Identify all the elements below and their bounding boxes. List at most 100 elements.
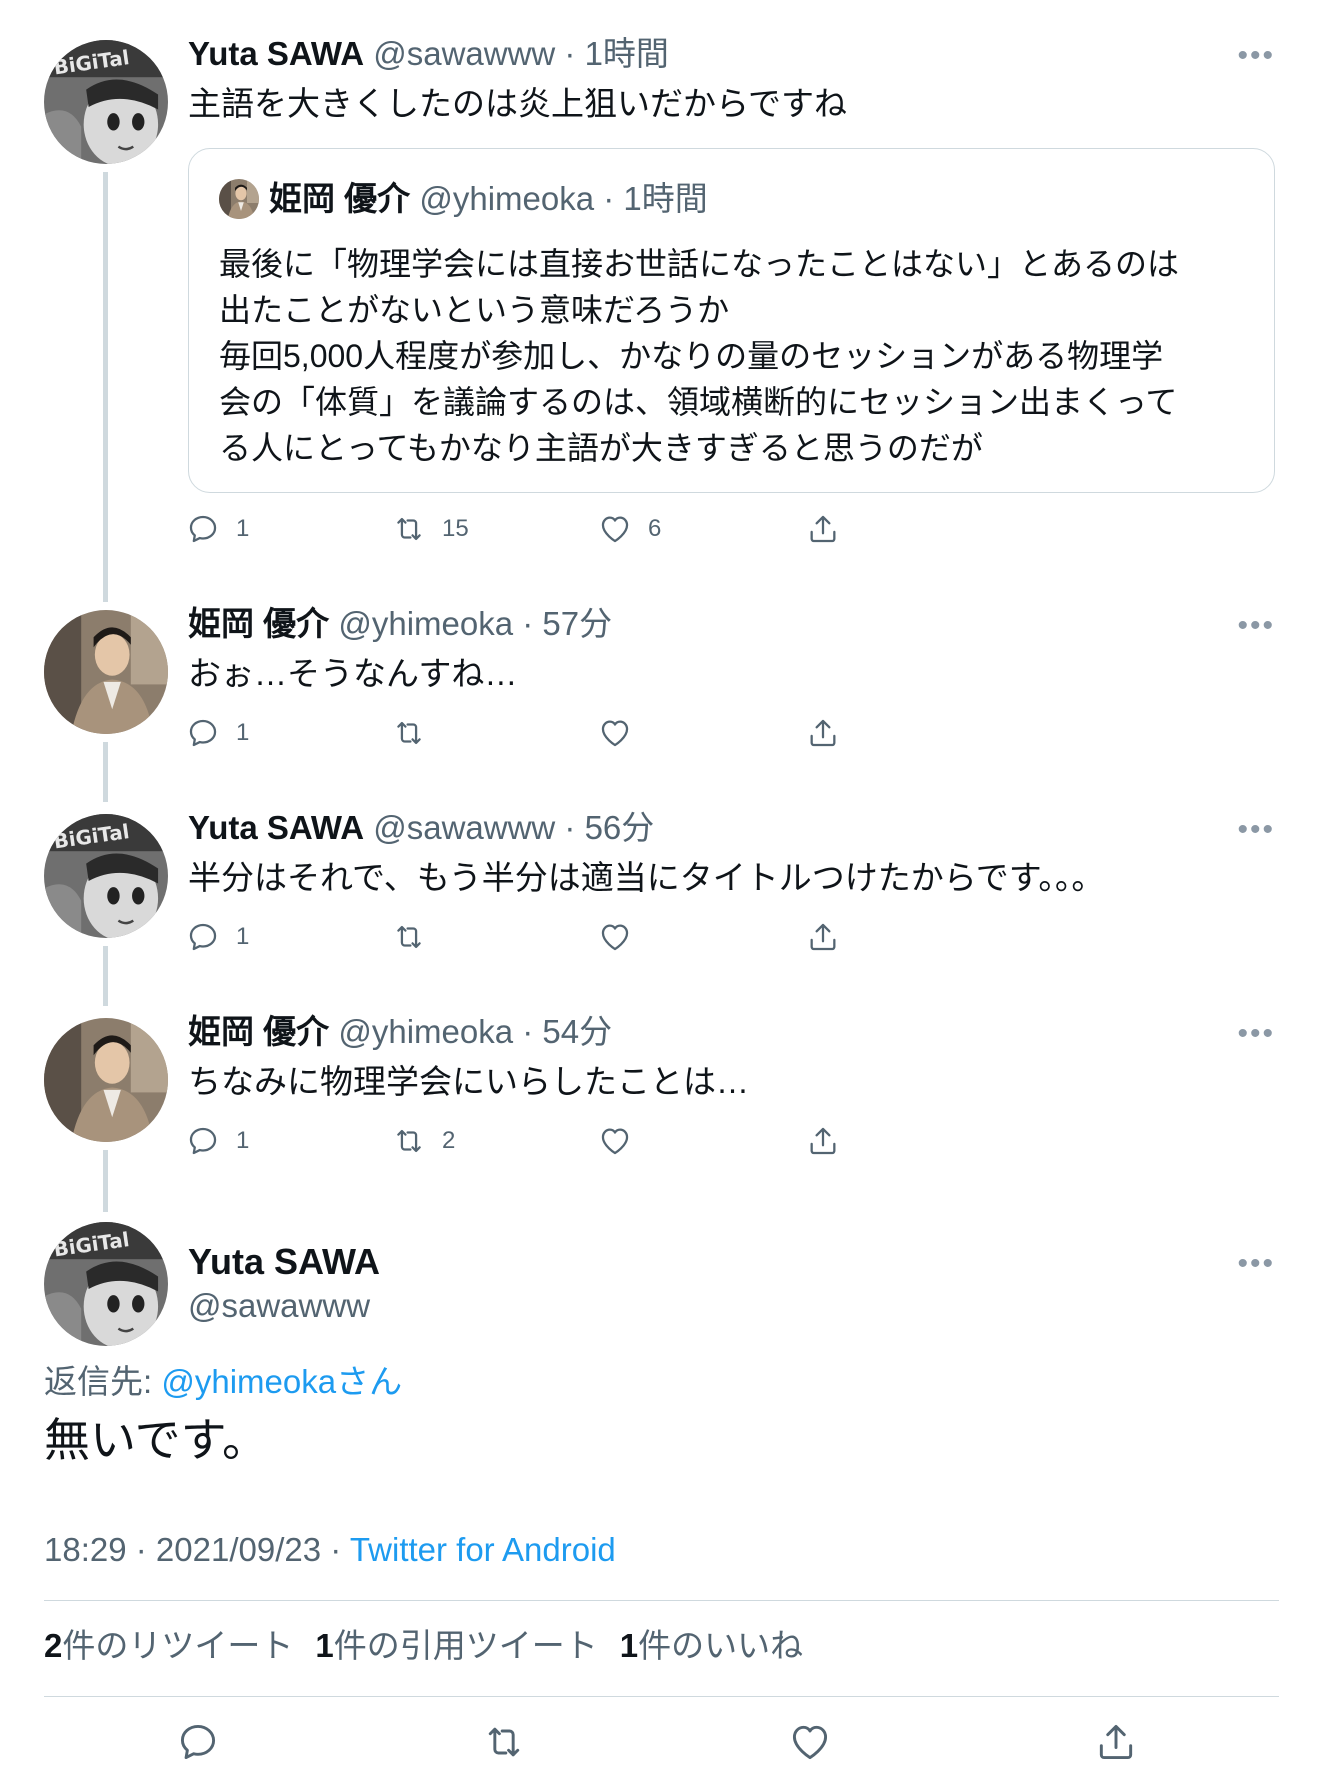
like-button[interactable]: 6 bbox=[598, 512, 661, 546]
tweet-text: 無いです。 bbox=[44, 1414, 269, 1466]
retweet-count: 15 bbox=[442, 515, 469, 542]
retweet-icon bbox=[482, 1720, 526, 1764]
heart-icon bbox=[598, 512, 632, 546]
like-button[interactable] bbox=[598, 920, 632, 954]
more-icon[interactable]: ••• bbox=[1237, 1019, 1275, 1049]
reply-button[interactable] bbox=[176, 1720, 220, 1764]
share-icon bbox=[806, 920, 840, 954]
quote-line: 会の「体質」を議論するのは、領域横断的にセッション出まくって bbox=[219, 384, 1178, 420]
thread-line bbox=[103, 1150, 108, 1212]
quote-line: 最後に「物理学会には直接お世話になったことはない」とあるのは bbox=[219, 246, 1180, 282]
heart-icon bbox=[598, 716, 632, 750]
share-icon bbox=[806, 512, 840, 546]
reply-count: 1 bbox=[236, 1127, 250, 1154]
like-button[interactable] bbox=[598, 716, 632, 750]
tweet-actions: 1 bbox=[186, 716, 866, 756]
avatar[interactable] bbox=[44, 1018, 168, 1142]
reply-count: 1 bbox=[236, 515, 250, 542]
source-link[interactable]: Twitter for Android bbox=[350, 1531, 616, 1568]
retweets-stat[interactable]: 2件のリツイート bbox=[44, 1624, 293, 1668]
author-meta: @sawawww · 1時間 bbox=[373, 35, 669, 72]
more-icon[interactable]: ••• bbox=[1237, 1249, 1275, 1279]
heart-icon bbox=[598, 920, 632, 954]
author-handle[interactable]: @sawawww bbox=[188, 1284, 370, 1328]
reply-icon bbox=[186, 512, 220, 546]
divider bbox=[44, 1696, 1279, 1697]
author-name[interactable]: 姫岡 優介 bbox=[188, 605, 329, 642]
tweet-text: ちなみに物理学会にいらしたことは… bbox=[188, 1063, 749, 1100]
tweet-header: Yuta SAWA @sawawww · 1時間 bbox=[188, 34, 669, 74]
thread-line bbox=[103, 742, 108, 802]
quote-author-meta: @yhimeoka · 1時間 bbox=[419, 180, 708, 217]
reply-icon bbox=[186, 920, 220, 954]
quote-avatar bbox=[219, 179, 259, 219]
reply-button[interactable]: 1 bbox=[186, 512, 249, 546]
author-name[interactable]: Yuta SAWA bbox=[188, 1240, 380, 1284]
share-icon bbox=[806, 1124, 840, 1158]
heart-icon bbox=[598, 1124, 632, 1158]
like-count: 6 bbox=[648, 515, 662, 542]
retweet-icon bbox=[392, 716, 426, 750]
retweet-icon bbox=[392, 512, 426, 546]
retweet-button[interactable] bbox=[482, 1720, 526, 1764]
avatar[interactable] bbox=[44, 1222, 168, 1346]
reply-to-mention[interactable]: @yhimeokaさん bbox=[161, 1363, 402, 1400]
share-button[interactable] bbox=[806, 1124, 840, 1158]
share-icon bbox=[1094, 1720, 1138, 1764]
author-name[interactable]: Yuta SAWA bbox=[188, 809, 364, 846]
avatar[interactable] bbox=[44, 814, 168, 938]
tweet-stats: 2件のリツイート 1件の引用ツイート 1件のいいね bbox=[44, 1624, 803, 1668]
tweet-actions: 1 2 bbox=[186, 1124, 866, 1164]
quote-author-name: 姫岡 優介 bbox=[269, 180, 411, 217]
author-name[interactable]: 姫岡 優介 bbox=[188, 1013, 329, 1050]
heart-icon bbox=[788, 1720, 832, 1764]
reply-button[interactable]: 1 bbox=[186, 920, 249, 954]
share-icon bbox=[806, 716, 840, 750]
retweet-count: 2 bbox=[442, 1127, 456, 1154]
likes-stat[interactable]: 1件のいいね bbox=[620, 1624, 803, 1668]
reply-count: 1 bbox=[236, 719, 250, 746]
more-icon[interactable]: ••• bbox=[1237, 41, 1275, 71]
tweet-actions: 1 bbox=[186, 920, 866, 960]
share-button[interactable] bbox=[806, 920, 840, 954]
quote-text: 最後に「物理学会には直接お世話になったことはない」とあるのは 出たことがないとい… bbox=[219, 241, 1179, 471]
retweet-icon bbox=[392, 1124, 426, 1158]
reply-button[interactable]: 1 bbox=[186, 1124, 249, 1158]
reply-icon bbox=[186, 716, 220, 750]
reply-button[interactable]: 1 bbox=[186, 716, 249, 750]
avatar[interactable] bbox=[44, 40, 168, 164]
quote-header: 姫岡 優介 @yhimeoka · 1時間 bbox=[269, 178, 708, 220]
retweet-button[interactable]: 2 bbox=[392, 1124, 455, 1158]
reply-to-label: 返信先: bbox=[44, 1363, 162, 1400]
author-name[interactable]: Yuta SAWA bbox=[188, 35, 364, 72]
retweet-button[interactable] bbox=[392, 920, 426, 954]
retweet-icon bbox=[392, 920, 426, 954]
retweet-button[interactable] bbox=[392, 716, 426, 750]
share-button[interactable] bbox=[806, 716, 840, 750]
tweet-text: 半分はそれで、もう半分は適当にタイトルつけたからです。。。 bbox=[188, 859, 1105, 896]
more-icon[interactable]: ••• bbox=[1237, 611, 1275, 641]
like-button[interactable] bbox=[598, 1124, 632, 1158]
quotes-stat[interactable]: 1件の引用ツイート bbox=[315, 1624, 597, 1668]
author-meta: @yhimeoka · 54分 bbox=[338, 1013, 613, 1050]
tweet-text: 主語を大きくしたのは炎上狙いだからですね bbox=[188, 85, 848, 122]
like-button[interactable] bbox=[788, 1720, 832, 1764]
thread-line bbox=[103, 946, 108, 1006]
thread-line bbox=[103, 172, 108, 602]
reply-icon bbox=[186, 1124, 220, 1158]
tweet-header: 姫岡 優介 @yhimeoka · 54分 bbox=[188, 1012, 612, 1052]
tweet-header: 姫岡 優介 @yhimeoka · 57分 bbox=[188, 604, 612, 644]
reply-count: 1 bbox=[236, 923, 250, 950]
more-icon[interactable]: ••• bbox=[1237, 815, 1275, 845]
tweet-text: おぉ…そうなんすね… bbox=[188, 655, 518, 692]
retweet-button[interactable]: 15 bbox=[392, 512, 469, 546]
author-meta: @sawawww · 56分 bbox=[373, 809, 655, 846]
share-button[interactable] bbox=[1094, 1720, 1138, 1764]
tweet-header: Yuta SAWA @sawawww · 56分 bbox=[188, 808, 654, 848]
quote-tweet[interactable]: 姫岡 優介 @yhimeoka · 1時間 最後に「物理学会には直接お世話になっ… bbox=[188, 148, 1275, 493]
avatar[interactable] bbox=[44, 610, 168, 734]
reply-icon bbox=[176, 1720, 220, 1764]
timestamp-text[interactable]: 18:29 · 2021/09/23 · bbox=[44, 1531, 350, 1568]
quote-line: る人にとってもかなり主語が大きすぎると思うのだが bbox=[219, 430, 983, 466]
share-button[interactable] bbox=[806, 512, 840, 546]
